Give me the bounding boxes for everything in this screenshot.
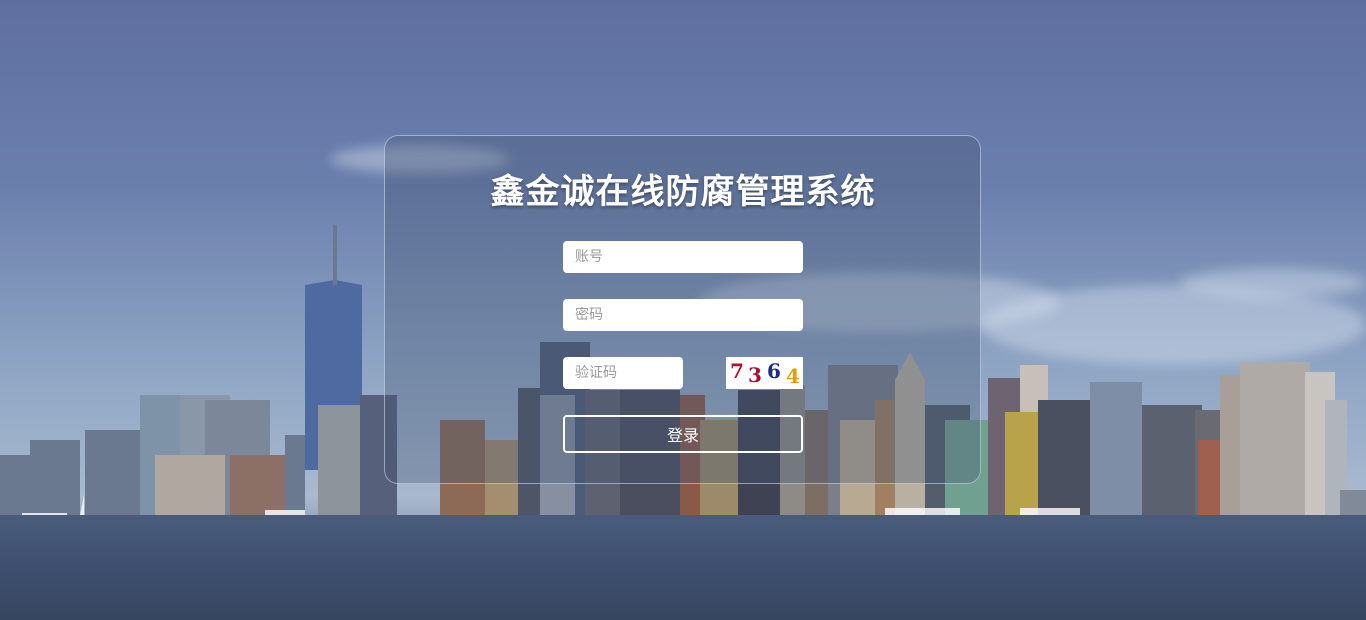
captcha-char: 7 (730, 359, 744, 383)
page-title: 鑫金诚在线防腐管理系统 (490, 172, 876, 212)
password-input[interactable] (563, 299, 803, 331)
account-input[interactable] (563, 241, 803, 273)
captcha-image[interactable]: 7 3 6 4 (726, 357, 803, 389)
captcha-input[interactable] (563, 357, 683, 389)
login-button[interactable]: 登录 (563, 415, 803, 453)
captcha-char: 6 (767, 359, 781, 383)
water (0, 515, 1366, 620)
captcha-char: 3 (748, 363, 762, 387)
captcha-char: 4 (786, 364, 800, 388)
